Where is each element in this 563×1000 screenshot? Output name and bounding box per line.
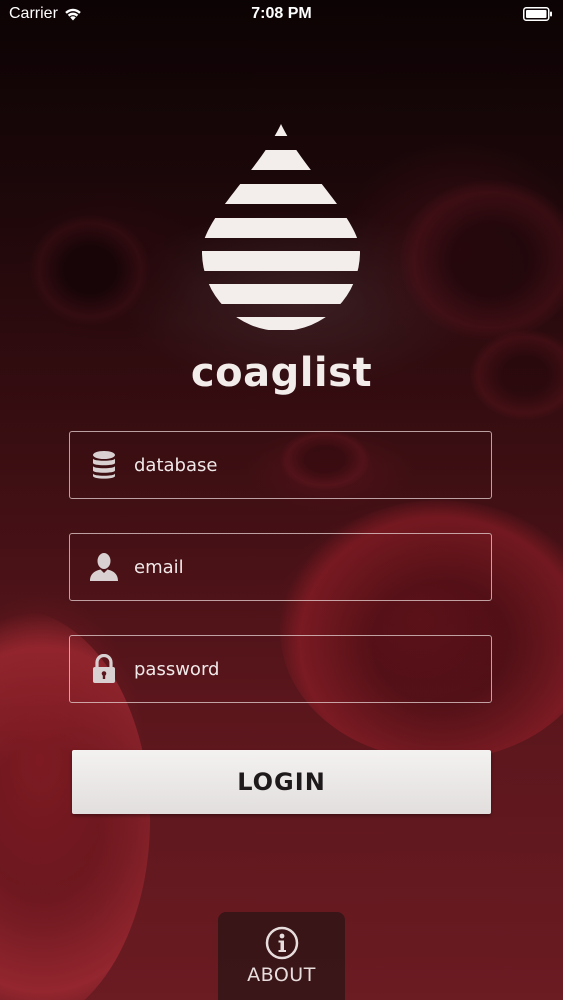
blood-cell-decoration (30, 215, 150, 325)
app-name: coaglist (190, 350, 373, 396)
battery-icon (523, 7, 552, 21)
password-field[interactable] (69, 635, 492, 703)
login-screen: Carrier 7:08 PM coaglist database email … (0, 0, 563, 1000)
password-input[interactable] (134, 649, 479, 689)
database-input[interactable] (134, 445, 479, 485)
user-icon (90, 553, 118, 581)
status-bar: Carrier 7:08 PM (0, 0, 563, 30)
email-input[interactable] (134, 547, 479, 587)
blood-cell-decoration (400, 180, 563, 340)
blood-drop-logo-icon (202, 124, 360, 330)
about-button[interactable]: ABOUT (218, 912, 345, 1000)
about-label: ABOUT (247, 964, 316, 986)
info-icon (265, 926, 298, 960)
login-button[interactable]: LOGIN (72, 750, 491, 814)
database-field[interactable] (69, 431, 492, 499)
email-field[interactable] (69, 533, 492, 601)
lock-icon (93, 654, 115, 683)
database-icon (93, 451, 115, 479)
status-time: 7:08 PM (251, 5, 312, 22)
